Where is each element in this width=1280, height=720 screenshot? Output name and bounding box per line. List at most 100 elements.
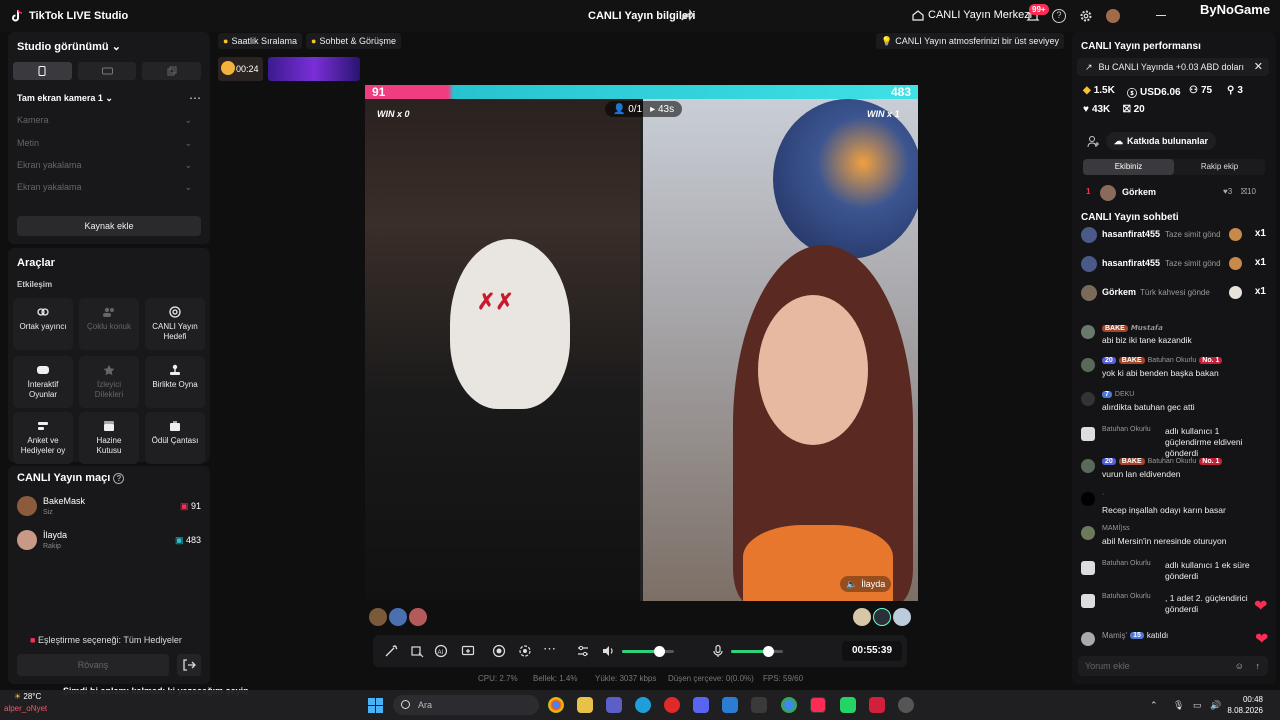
chevron-down-icon: ⌄ (184, 138, 192, 148)
tip-chip[interactable]: 💡 CANLI Yayın atmosferinizi bir üst seviy… (876, 33, 1064, 49)
avatar[interactable] (853, 608, 871, 626)
youtube-icon[interactable] (869, 697, 885, 713)
chat-user: MAMİ)ss (1102, 525, 1130, 532)
tab-rival-team[interactable]: Rakip ekip (1174, 159, 1265, 175)
comment-input[interactable]: Yorum ekle ☺ ↑ (1078, 656, 1268, 676)
more-options-icon[interactable]: ⋯ (189, 91, 201, 105)
microphone-icon[interactable] (711, 644, 725, 658)
system-clock[interactable]: 00:48 8.08.2026 (1221, 694, 1263, 716)
studio-view-title[interactable]: Studio görünümü ⌄ (17, 40, 121, 53)
tiktok-studio-icon[interactable] (810, 697, 826, 713)
guest-name-tag: 🔈 İlayda (840, 576, 892, 592)
emoji-icon[interactable]: ☺ (1235, 656, 1244, 676)
user-settings-icon[interactable] (1087, 135, 1100, 148)
tool-interactive-games[interactable]: İnteraktif Oyunlar (13, 356, 73, 408)
source-row[interactable]: Metin ⌄ (17, 138, 192, 149)
teams-icon[interactable] (606, 697, 622, 713)
share-icon[interactable] (680, 9, 694, 23)
close-icon[interactable]: ✕ (1254, 60, 1263, 73)
dual-layout-button[interactable] (142, 62, 202, 80)
settings-app-icon[interactable] (898, 697, 914, 713)
pairing-option[interactable]: ■ Eşleştirme seçeneği: Tüm Hediyeler (30, 635, 182, 645)
source-row[interactable]: Kamera ⌄ (17, 115, 192, 126)
magic-wand-icon[interactable] (384, 644, 398, 658)
mic-knob[interactable] (763, 646, 775, 657)
weather-widget[interactable]: ☀ 28°C (14, 692, 41, 701)
gift-text: Taze simit gönd (1165, 230, 1221, 239)
live-center-link[interactable]: CANLI Yayın Merkezi (912, 9, 1032, 21)
camera-focus-icon[interactable] (518, 644, 532, 658)
avatar[interactable] (893, 608, 911, 626)
audio-mixer-icon[interactable] (576, 644, 590, 658)
tool-multi-guest[interactable]: Çoklu konuk (79, 298, 139, 350)
tool-viewer-wishes[interactable]: İzleyici Dilekleri (79, 356, 139, 408)
chevron-up-icon[interactable]: ⌃ (1150, 700, 1158, 711)
trend-icon: ↗ (1085, 61, 1093, 72)
mic-tray-icon[interactable]: 🎙 (1173, 700, 1184, 711)
avatar[interactable] (409, 608, 427, 626)
recent-clip-thumb[interactable]: 00:24 (218, 57, 263, 81)
tool-treasure-box[interactable]: Hazine Kutusu (79, 412, 139, 464)
chrome-icon[interactable] (781, 697, 797, 713)
mic-slider[interactable] (731, 646, 783, 657)
file-explorer-icon[interactable] (577, 697, 593, 713)
rematch-button[interactable]: Rövanş (17, 654, 169, 676)
tools-title: Araçlar (17, 257, 55, 269)
portrait-layout-button[interactable] (13, 62, 72, 80)
promo-banner[interactable] (268, 57, 360, 81)
send-icon[interactable]: ↑ (1256, 656, 1261, 676)
tool-live-goal[interactable]: CANLI Yayın Hedefi (145, 298, 205, 350)
chrome-icon[interactable] (548, 697, 564, 713)
avatar[interactable] (369, 608, 387, 626)
coin-icon: ◆ (1083, 85, 1091, 96)
edge-icon[interactable] (635, 697, 651, 713)
avatar[interactable] (389, 608, 407, 626)
avatar[interactable] (873, 608, 891, 626)
record-icon[interactable] (492, 644, 506, 658)
volume-slider[interactable] (622, 646, 674, 657)
chat-meeting-chip[interactable]: ● Sohbet & Görüşme (306, 33, 401, 49)
app-icon[interactable] (751, 697, 767, 713)
network-icon[interactable]: ▭ (1193, 700, 1202, 711)
hourly-ranking-chip[interactable]: ● Saatlik Sıralama (218, 33, 302, 49)
source-row[interactable]: Ekran yakalama ⌄ (17, 160, 192, 171)
whatsapp-icon[interactable] (840, 697, 856, 713)
chat-user: 𝙈𝙪𝙨𝙩𝙖𝙛𝙖 (1130, 325, 1163, 332)
contributor-row[interactable]: 1 Görkem ♥3 ⛝10 (1086, 185, 1266, 201)
volume-icon[interactable]: 🔊 (1210, 700, 1221, 711)
gift-row: Görkem Türk kahvesi gönderdi x1 (1081, 284, 1266, 302)
heart-icon: ❤ (1255, 631, 1269, 648)
windows-start-button[interactable] (368, 698, 383, 713)
help-icon[interactable]: ? (1052, 9, 1066, 23)
add-source-button[interactable]: Kaynak ekle (17, 216, 201, 236)
gear-icon[interactable] (1079, 9, 1093, 23)
chat-user: DEKU (1114, 391, 1135, 398)
scene-switch-icon[interactable] (410, 644, 424, 658)
tool-reward-bag[interactable]: Ödül Çantası (145, 412, 205, 464)
more-icon[interactable]: ⋯ (543, 641, 557, 656)
chat-text: katıldı (1146, 631, 1169, 640)
ai-icon[interactable]: AI (434, 644, 448, 658)
tool-poll-gifts[interactable]: Anket ve Hediyeler oy (13, 412, 73, 464)
tool-play-together[interactable]: Birlikte Oyna (145, 356, 205, 408)
scene-name[interactable]: Tam ekran kamera 1 ⌄ (17, 93, 113, 104)
landscape-layout-button[interactable] (77, 62, 137, 80)
info-icon[interactable]: ? (113, 473, 125, 484)
usd-metric: ⓢ USD6.06 (1127, 87, 1181, 100)
screen-share-icon[interactable] (461, 644, 475, 658)
minimize-button[interactable] (1156, 15, 1166, 16)
volume-knob[interactable] (654, 646, 666, 657)
contributors-button[interactable]: ☁ Katkıda bulunanlar (1106, 132, 1217, 150)
gift-row: hasanfirat455 Taze simit gönd x1 (1081, 226, 1266, 244)
tool-co-host[interactable]: Ortak yayıncı (13, 298, 73, 350)
profile-avatar[interactable] (1106, 9, 1120, 23)
source-row[interactable]: Ekran yakalama ⌄ (17, 182, 192, 193)
taskbar-search[interactable]: Ara (393, 695, 539, 715)
discord-icon[interactable] (693, 697, 709, 713)
exit-icon (183, 659, 196, 671)
exit-match-button[interactable] (177, 654, 201, 676)
mail-icon[interactable] (722, 697, 738, 713)
opera-icon[interactable] (664, 697, 680, 713)
speaker-icon[interactable] (601, 644, 615, 658)
tab-your-team[interactable]: Ekibiniz (1083, 159, 1174, 175)
